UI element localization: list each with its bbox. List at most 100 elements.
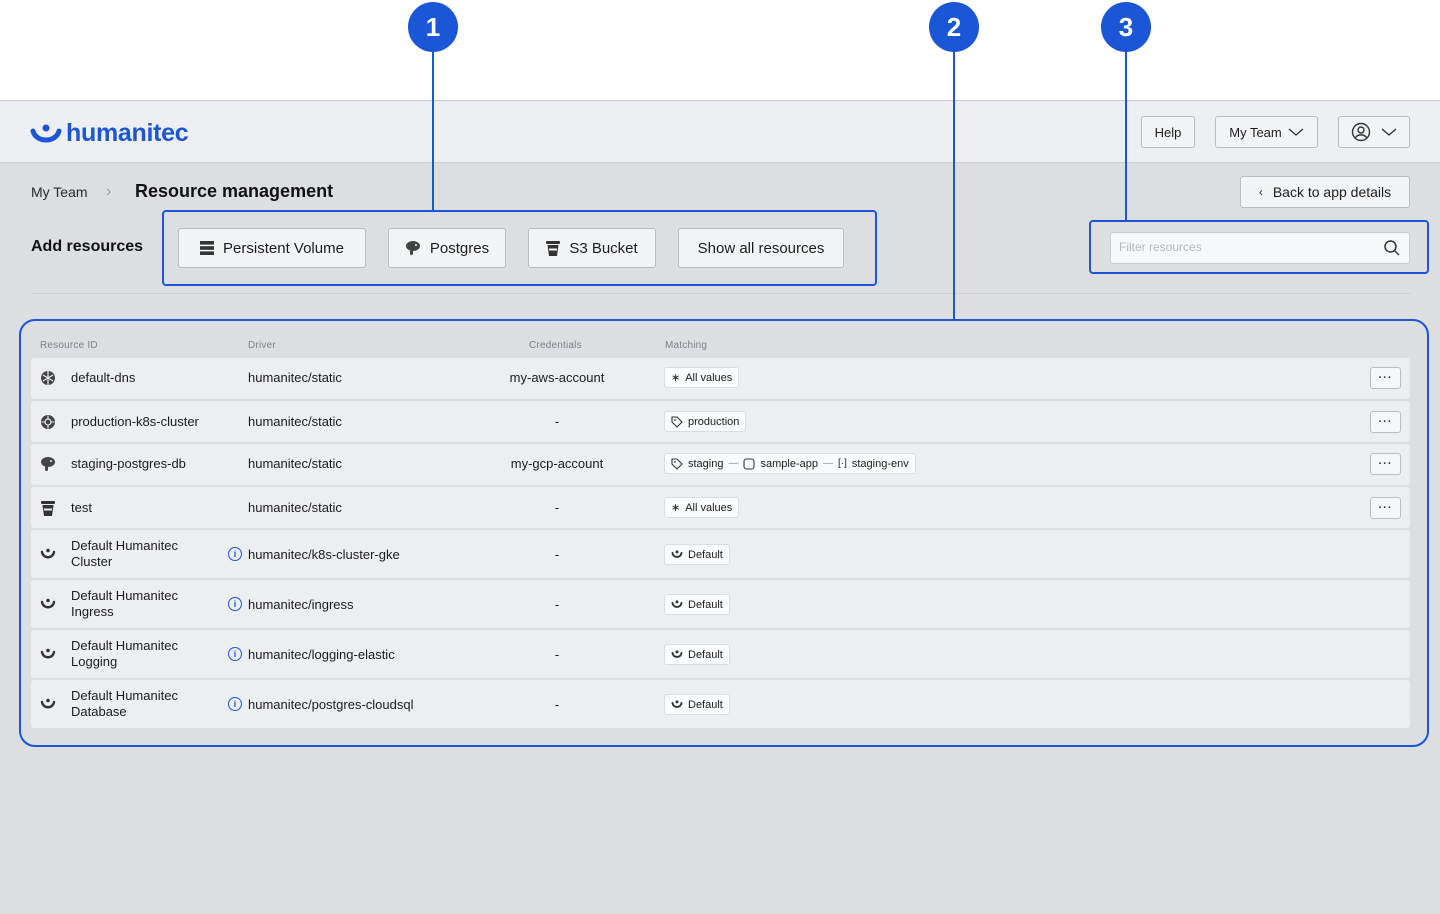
resource-id[interactable]: production-k8s-cluster bbox=[71, 414, 199, 430]
matching-chip: ∗ All values bbox=[664, 367, 740, 388]
humanitec-icon bbox=[671, 700, 683, 708]
resource-id[interactable]: Default Humanitec Ingress bbox=[71, 588, 178, 620]
credentials-cell: - bbox=[554, 597, 560, 612]
column-header-driver[interactable]: Driver bbox=[248, 340, 276, 351]
annotation-marker-1: 1 bbox=[408, 2, 458, 52]
table-row[interactable]: test humanitec/static - ∗ All values ··· bbox=[31, 487, 1410, 528]
resource-id[interactable]: staging-postgres-db bbox=[71, 456, 186, 472]
tag-icon bbox=[671, 457, 683, 470]
resource-id-cell: Default Humanitec Ingress bbox=[40, 588, 178, 620]
annotation-line-1 bbox=[432, 52, 434, 210]
table-row[interactable]: staging-postgres-db humanitec/static my-… bbox=[31, 444, 1410, 485]
resource-id-cell: Default Humanitec Cluster bbox=[40, 538, 178, 570]
help-button[interactable]: Help bbox=[1141, 116, 1195, 148]
row-menu-button[interactable]: ··· bbox=[1370, 367, 1401, 389]
user-menu-button[interactable] bbox=[1338, 116, 1410, 148]
humanitec-logo-icon bbox=[30, 124, 62, 142]
page-title: Resource management bbox=[135, 181, 334, 201]
resource-id-cell: Default Humanitec Database bbox=[40, 688, 178, 720]
table-row[interactable]: Default Humanitec Cluster i humanitec/k8s… bbox=[31, 530, 1410, 578]
matching-label: sample-app bbox=[760, 457, 818, 470]
resource-id[interactable]: Default Humanitec Database bbox=[71, 688, 178, 720]
humanitec-icon bbox=[40, 548, 56, 559]
matching-chip: staging — sample-app — [·] staging-env bbox=[664, 453, 916, 474]
humanitec-icon bbox=[40, 698, 56, 709]
breadcrumb-team-link[interactable]: My Team bbox=[31, 184, 88, 200]
table-row[interactable]: default-dns humanitec/static my-aws-acco… bbox=[31, 358, 1410, 399]
row-menu-button[interactable]: ··· bbox=[1370, 411, 1401, 433]
matching-cell: production bbox=[664, 411, 747, 432]
add-button-label: S3 Bucket bbox=[569, 239, 638, 257]
app-icon bbox=[743, 457, 756, 470]
column-header-matching[interactable]: Matching bbox=[665, 340, 707, 351]
matching-label: staging bbox=[688, 457, 724, 470]
volume-icon bbox=[200, 241, 215, 255]
breadcrumb-separator-icon: › bbox=[106, 183, 112, 200]
matching-label: Default bbox=[688, 648, 723, 661]
driver-cell: humanitec/logging-elastic bbox=[248, 647, 395, 662]
driver-cell: humanitec/postgres-cloudsql bbox=[248, 697, 414, 712]
resource-id-cell: default-dns bbox=[40, 370, 135, 386]
bucket-icon bbox=[41, 500, 55, 516]
bucket-icon bbox=[546, 240, 561, 256]
table-row[interactable]: Default Humanitec Logging i humanitec/log… bbox=[31, 630, 1410, 678]
row-menu-button[interactable]: ··· bbox=[1370, 453, 1401, 475]
resource-id[interactable]: Default Humanitec Logging bbox=[71, 638, 178, 670]
matching-cell: Default bbox=[664, 644, 730, 665]
table-row[interactable]: Default Humanitec Ingress i humanitec/ing… bbox=[31, 580, 1410, 628]
info-icon[interactable]: i bbox=[228, 647, 242, 661]
humanitec-logo[interactable]: humanitec bbox=[30, 119, 189, 148]
app-window: humanitec Help My Team My Team › Resourc… bbox=[0, 100, 1440, 914]
column-header-resource-id[interactable]: Resource ID bbox=[40, 340, 98, 351]
add-postgres-button[interactable]: Postgres bbox=[388, 228, 506, 268]
user-avatar-icon bbox=[1351, 122, 1371, 142]
top-bar: humanitec Help My Team bbox=[0, 101, 1440, 163]
matching-cell: Default bbox=[664, 594, 730, 615]
matching-chip: Default bbox=[664, 694, 730, 715]
annotation-line-3 bbox=[1125, 52, 1127, 220]
resource-id[interactable]: test bbox=[71, 500, 92, 516]
team-dropdown[interactable]: My Team bbox=[1215, 116, 1318, 148]
team-dropdown-label: My Team bbox=[1229, 124, 1282, 140]
table-row[interactable]: Default Humanitec Database i humanitec/po… bbox=[31, 680, 1410, 728]
humanitec-icon bbox=[671, 550, 683, 558]
humanitec-icon bbox=[671, 600, 683, 608]
section-divider bbox=[31, 293, 1411, 294]
column-header-credentials[interactable]: Credentials bbox=[529, 340, 582, 351]
annotation-marker-2: 2 bbox=[929, 2, 979, 52]
resource-id-cell: Default Humanitec Logging bbox=[40, 638, 178, 670]
add-button-label: Persistent Volume bbox=[223, 239, 344, 257]
humanitec-icon bbox=[671, 650, 683, 658]
connector-line: — bbox=[728, 458, 739, 469]
row-menu-button[interactable]: ··· bbox=[1370, 497, 1401, 519]
asterisk-icon: ∗ bbox=[671, 372, 681, 384]
driver-cell: humanitec/static bbox=[248, 500, 342, 515]
info-icon[interactable]: i bbox=[228, 697, 242, 711]
credentials-cell: my-gcp-account bbox=[510, 456, 604, 471]
add-button-label: Postgres bbox=[429, 239, 490, 257]
matching-label: All values bbox=[685, 501, 733, 514]
credentials-cell: - bbox=[554, 647, 560, 662]
matching-label: production bbox=[688, 415, 740, 428]
filter-resources-input[interactable] bbox=[1119, 240, 1369, 254]
matching-chip: production bbox=[664, 411, 747, 432]
matching-chip: Default bbox=[664, 544, 730, 565]
show-all-resources-button[interactable]: Show all resources bbox=[678, 228, 844, 268]
filter-resources-field[interactable] bbox=[1110, 232, 1410, 264]
add-persistent-volume-button[interactable]: Persistent Volume bbox=[178, 228, 366, 268]
matching-label: Default bbox=[688, 598, 723, 611]
info-icon[interactable]: i bbox=[228, 597, 242, 611]
postgres-icon bbox=[405, 241, 420, 255]
info-icon[interactable]: i bbox=[228, 547, 242, 561]
add-s3-bucket-button[interactable]: S3 Bucket bbox=[528, 228, 656, 268]
chevron-left-icon: ‹ bbox=[1258, 185, 1263, 199]
back-to-app-details-button[interactable]: ‹ Back to app details bbox=[1240, 176, 1410, 208]
resource-id[interactable]: Default Humanitec Cluster bbox=[71, 538, 178, 570]
driver-cell: humanitec/k8s-cluster-gke bbox=[248, 547, 400, 562]
table-row[interactable]: production-k8s-cluster humanitec/static … bbox=[31, 401, 1410, 442]
driver-cell: humanitec/static bbox=[248, 414, 342, 429]
annotation-marker-3: 3 bbox=[1101, 2, 1151, 52]
resource-id[interactable]: default-dns bbox=[71, 370, 135, 386]
back-button-label: Back to app details bbox=[1272, 184, 1392, 200]
search-icon[interactable] bbox=[1383, 239, 1401, 257]
